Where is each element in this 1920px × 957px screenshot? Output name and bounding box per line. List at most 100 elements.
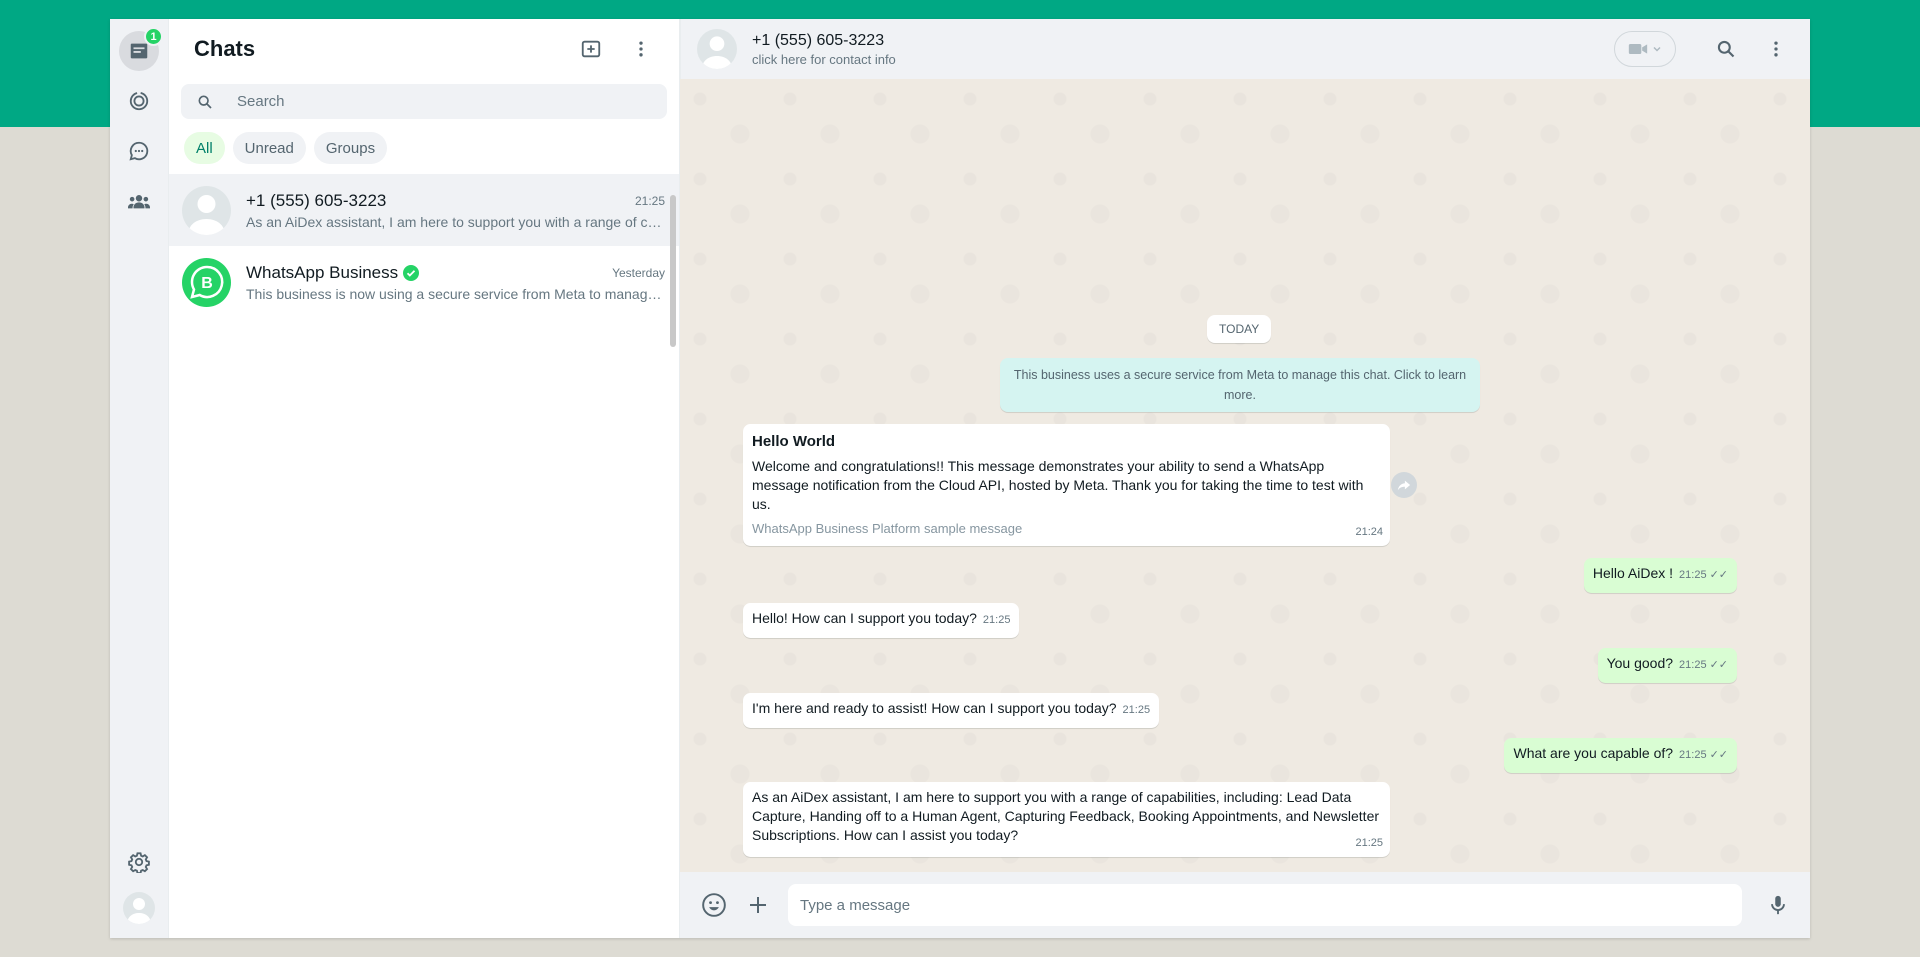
message-time: 21:25 [982,614,1011,626]
status-icon [129,91,149,111]
whatsapp-app: 1 Chats Search All Unread Groups +1 (555… [110,19,1810,938]
conversation-header: +1 (555) 605-3223 click here for contact… [680,19,1810,79]
message-text: Hello! How can I support you today? [752,610,977,626]
outgoing-message[interactable]: Hello AiDex ! 21:25 ✓✓ [1583,558,1737,593]
rail-channels-button[interactable] [119,131,159,171]
double-check-icon: ✓✓ [1709,569,1728,581]
message-text: As an AiDex assistant, I am here to supp… [752,789,1380,843]
message-time: 21:25 [1679,569,1707,581]
message-text: I'm here and ready to assist! How can I … [752,700,1117,716]
message-time: 21:24 [1355,526,1383,538]
page-title: Chats [194,35,256,61]
template-body: Welcome and congratulations!! This messa… [752,458,1364,512]
incoming-message[interactable]: As an AiDex assistant, I am here to supp… [743,782,1390,857]
message-text: What are you capable of? [1513,745,1674,761]
list-menu-button[interactable] [623,31,659,67]
message-area[interactable]: TODAY This business uses a secure servic… [680,79,1810,872]
more-vertical-icon [639,41,643,56]
chat-body: +1 (555) 605-3223 21:25 As an AiDex assi… [246,191,665,230]
chat-list-item[interactable]: +1 (555) 605-3223 21:25 As an AiDex assi… [169,174,679,246]
incoming-message[interactable]: I'm here and ready to assist! How can I … [743,693,1160,728]
search-wrap [169,78,679,125]
new-chat-icon [581,40,601,57]
double-check-icon: ✓✓ [1709,749,1728,761]
template-title: Hello World [752,433,836,450]
system-message[interactable]: This business uses a secure service from… [1000,358,1480,412]
chat-list-panel: Chats All Unread Groups [169,19,680,938]
contact-info[interactable]: +1 (555) 605-3223 click here for contact… [752,32,1614,67]
attach-button[interactable] [742,889,774,921]
rail-communities-button[interactable] [119,181,159,221]
more-vertical-icon [1774,41,1778,57]
search-icon [1717,40,1735,58]
svg-text:B: B [201,275,213,292]
communities-icon [128,195,150,209]
forward-button[interactable] [1391,472,1417,498]
contact-name: +1 (555) 605-3223 [752,31,885,49]
chat-name: +1 (555) 605-3223 [246,190,387,210]
chevron-down-icon [1653,46,1661,52]
template-message[interactable]: Hello World Welcome and congratulations!… [743,424,1390,546]
plus-icon [750,897,766,913]
outgoing-message[interactable]: What are you capable of? 21:25 ✓✓ [1504,738,1737,773]
nav-rail: 1 [110,19,169,938]
chat-list-header: Chats [169,19,679,78]
double-check-icon: ✓✓ [1709,659,1728,671]
search-input[interactable] [237,93,637,110]
filter-chips: All Unread Groups [169,125,679,174]
chat-preview: As an AiDex assistant, I am here to supp… [246,213,665,230]
voice-message-button[interactable] [1762,889,1794,921]
rail-status-button[interactable] [119,81,159,121]
verified-badge-icon [403,264,420,281]
whatsapp-business-avatar: B [182,257,231,307]
contact-avatar[interactable] [697,29,737,69]
chat-name: WhatsApp Business [246,263,612,283]
microphone-icon [1771,895,1785,915]
message-time: 21:25 [1122,704,1151,716]
new-chat-button[interactable] [573,31,609,67]
message-time: 21:25 [1355,837,1383,849]
emoji-button[interactable] [698,889,730,921]
conversation-panel: +1 (555) 605-3223 click here for contact… [680,19,1810,938]
default-avatar-icon [127,898,151,924]
unread-badge: 1 [144,27,163,46]
rail-chats-button[interactable]: 1 [119,27,163,71]
incoming-message[interactable]: Hello! How can I support you today? 21:25 [743,603,1020,638]
conversation-menu-button[interactable] [1758,31,1794,67]
emoji-icon [702,893,726,917]
message-time: 21:25 [1679,659,1707,671]
search-box [181,84,667,119]
filter-chip-groups[interactable]: Groups [313,132,388,164]
rail-settings-button[interactable] [119,842,159,882]
default-avatar-icon [188,194,225,235]
chat-list-item[interactable]: B WhatsApp Business Yesterday This busin… [169,246,679,318]
search-chat-button[interactable] [1708,31,1744,67]
chat-preview: This business is now using a secure serv… [246,285,665,302]
message-input[interactable] [788,884,1742,926]
chat-body: WhatsApp Business Yesterday This busines… [246,263,665,302]
settings-icon [128,852,150,873]
message-time: 21:25 [1679,749,1707,761]
composer [680,872,1810,938]
avatar [182,185,231,235]
outgoing-message[interactable]: You good? 21:25 ✓✓ [1597,648,1737,683]
channels-icon [129,141,149,161]
template-footer: WhatsApp Business Platform sample messag… [752,521,1023,536]
filter-chip-unread[interactable]: Unread [232,132,306,164]
message-text: Hello AiDex ! [1592,565,1674,581]
contact-subtitle: click here for contact info [752,51,896,67]
chat-list-scrollbar[interactable] [670,195,676,347]
whatsapp-business-logo-icon: B [189,265,223,299]
filter-chip-all[interactable]: All [184,132,225,164]
date-separator: TODAY [1207,315,1272,343]
profile-avatar[interactable] [123,892,155,924]
chat-time: Yesterday [612,265,665,280]
forward-icon [1397,480,1411,491]
chat-name-text: WhatsApp Business [246,262,399,282]
default-avatar-icon [701,36,733,69]
search-icon [198,95,212,109]
message-text: You good? [1606,655,1674,671]
video-call-button[interactable] [1614,31,1676,67]
chat-top: +1 (555) 605-3223 21:25 [246,191,665,211]
chat-top: WhatsApp Business Yesterday [246,263,665,283]
